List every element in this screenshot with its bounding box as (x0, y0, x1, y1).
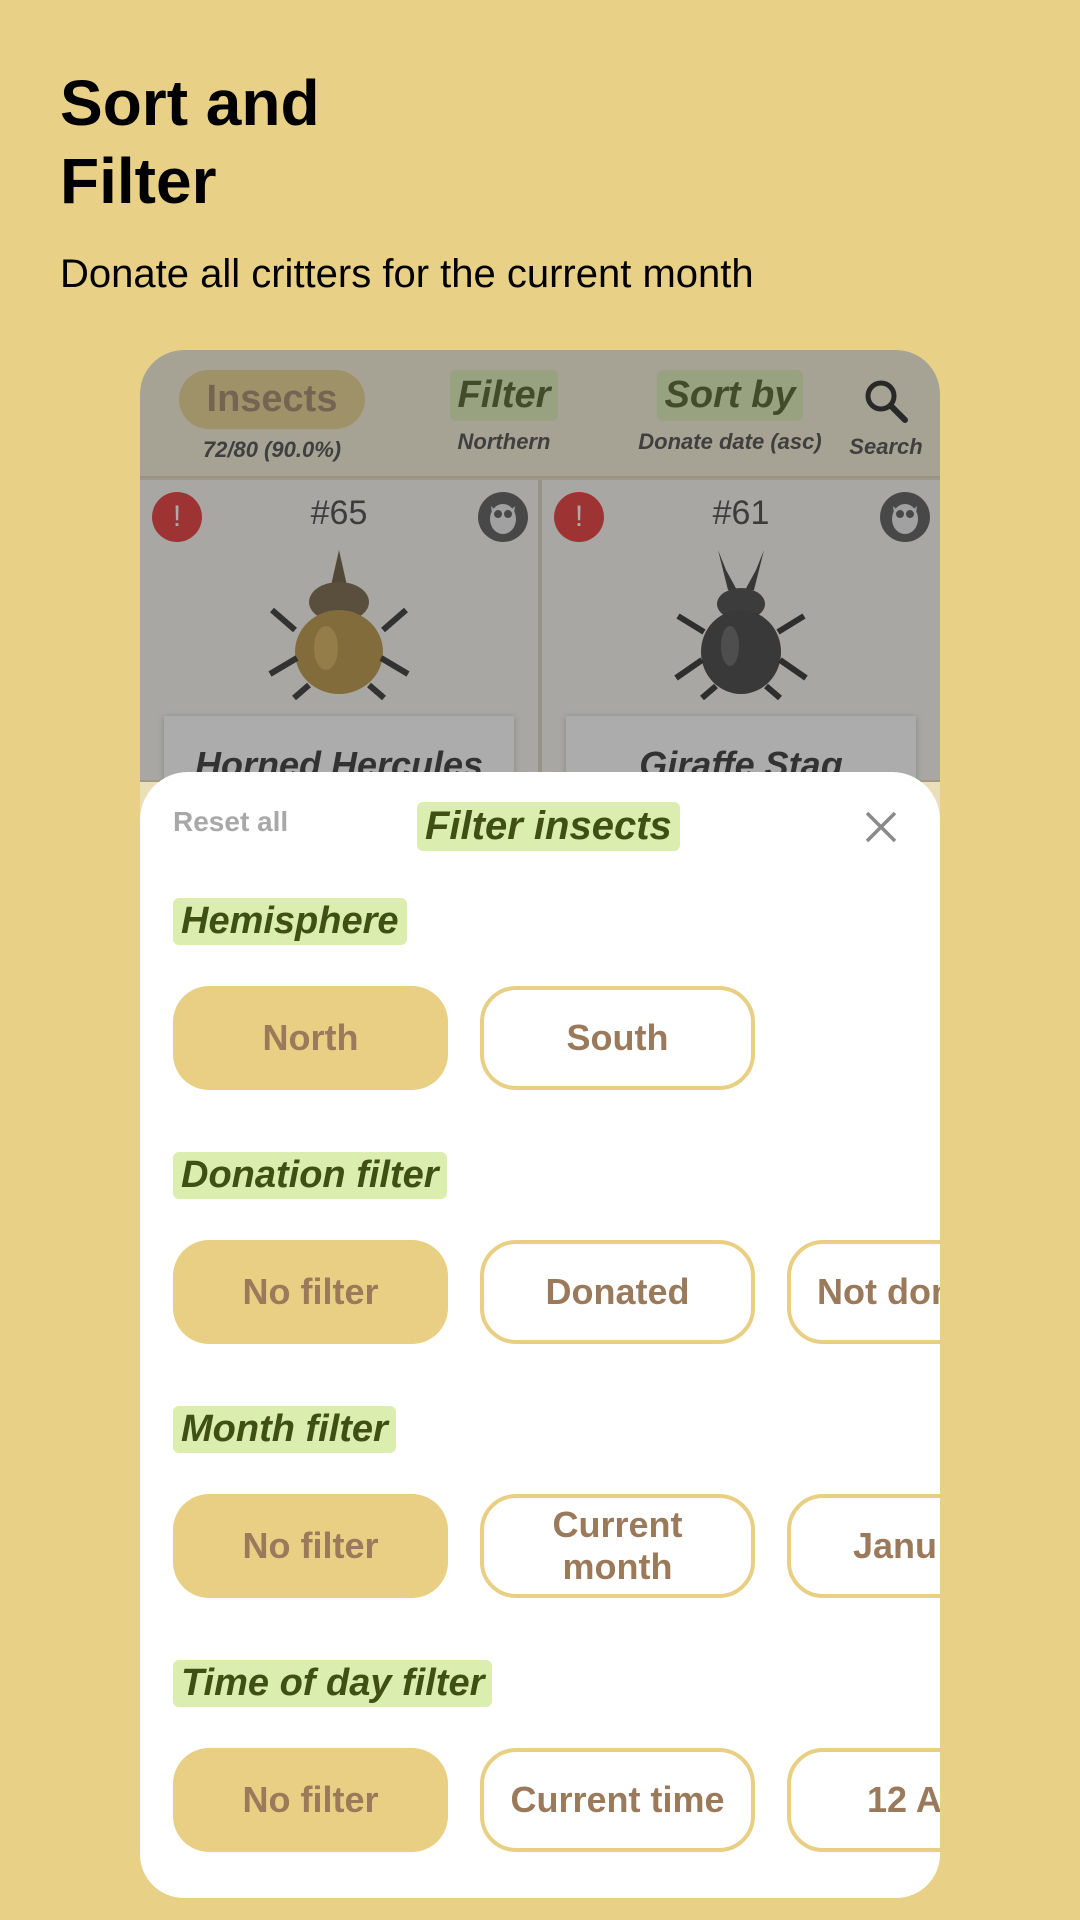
time-filter-label: Time of day filter (173, 1660, 493, 1707)
hemisphere-label-text: Hemisphere (173, 898, 407, 945)
sheet-title-text: Filter insects (417, 802, 680, 851)
time-current-chip[interactable]: Current time (480, 1748, 755, 1852)
donation-donated-chip[interactable]: Donated (480, 1240, 755, 1344)
month-january-chip[interactable]: Janu (787, 1494, 940, 1598)
donation-not-donated-chip[interactable]: Not don (787, 1240, 940, 1344)
hemisphere-label: Hemisphere (173, 898, 407, 945)
hemisphere-north-chip[interactable]: North (173, 986, 448, 1090)
reset-all-button[interactable]: Reset all (173, 806, 288, 838)
promo-title: Sort and Filter (60, 67, 320, 217)
month-no-filter-chip[interactable]: No filter (173, 1494, 448, 1598)
sheet-title: Filter insects (417, 802, 680, 851)
donation-filter-label-text: Donation filter (173, 1152, 447, 1199)
donation-filter-label: Donation filter (173, 1152, 447, 1199)
month-current-chip[interactable]: Current month (480, 1494, 755, 1598)
phone-screen: Insects 72/80 (90.0%) Filter Northern So… (140, 350, 940, 1898)
month-filter-label: Month filter (173, 1406, 396, 1453)
time-no-filter-chip[interactable]: No filter (173, 1748, 448, 1852)
time-12am-chip[interactable]: 12 A (787, 1748, 940, 1852)
filter-sheet: Reset all Filter insects Hemisphere Nort… (140, 772, 940, 1898)
modal-scrim[interactable] (140, 350, 940, 782)
promo-subtitle: Donate all critters for the current mont… (60, 252, 754, 296)
hemisphere-south-chip[interactable]: South (480, 986, 755, 1090)
time-filter-label-text: Time of day filter (173, 1660, 493, 1707)
donation-no-filter-chip[interactable]: No filter (173, 1240, 448, 1344)
month-filter-label-text: Month filter (173, 1406, 396, 1453)
close-icon[interactable] (864, 810, 898, 844)
